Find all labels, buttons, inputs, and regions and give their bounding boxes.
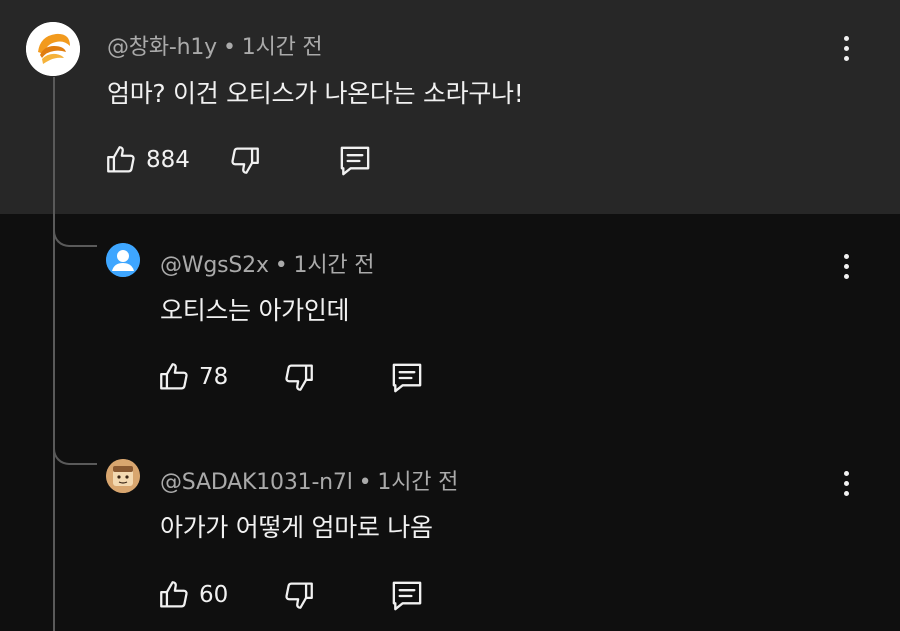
comment-text: 엄마? 이건 오티스가 나온다는 소라구나! [107, 79, 524, 108]
thumbs-down-icon [285, 364, 313, 391]
reply-comment-icon [340, 146, 370, 176]
thumbs-down-icon [231, 147, 259, 174]
like-button[interactable]: 78 [157, 360, 228, 394]
comment-item: @창화-h1y • 1시간 전 엄마? 이건 오티스가 나온다는 소라구나! 884 [0, 0, 900, 214]
thumbs-up-icon [160, 581, 188, 608]
comment-meta: @SADAK1031-n7l • 1시간 전 [160, 464, 458, 496]
dislike-button[interactable] [228, 143, 262, 177]
thumbs-up-icon [160, 363, 188, 390]
author-name[interactable]: @SADAK1031-n7l [160, 470, 353, 495]
more-options-icon[interactable] [837, 252, 857, 284]
meta-separator: • [274, 253, 288, 278]
reply-comment-icon [392, 363, 422, 393]
reply-comment-icon [392, 581, 422, 611]
like-button[interactable]: 60 [157, 578, 228, 612]
avatar[interactable] [26, 22, 80, 76]
comment-text: 아가가 어떻게 엄마로 나옴 [160, 513, 433, 542]
author-name[interactable]: @창화-h1y [107, 35, 217, 60]
character-avatar-icon [106, 459, 140, 493]
dislike-button[interactable] [282, 578, 316, 612]
like-count: 884 [146, 147, 190, 173]
default-user-icon [106, 243, 140, 277]
comment-meta: @WgsS2x • 1시간 전 [160, 247, 374, 279]
comment-actions: 60 [157, 578, 437, 618]
sun-orange-icon [26, 22, 80, 76]
timestamp[interactable]: 1시간 전 [294, 253, 375, 278]
reply-button[interactable] [388, 360, 426, 396]
like-count: 78 [199, 364, 229, 390]
reply-button[interactable] [336, 143, 374, 179]
like-count: 60 [199, 582, 229, 608]
comment-text: 오티스는 아가인데 [160, 296, 350, 325]
comment-meta: @창화-h1y • 1시간 전 [107, 29, 323, 61]
like-button[interactable]: 884 [104, 143, 190, 177]
timestamp[interactable]: 1시간 전 [242, 35, 323, 60]
more-options-icon[interactable] [837, 34, 857, 66]
reply-item: @SADAK1031-n7l • 1시간 전 아가가 어떻게 엄마로 나옴 60 [0, 431, 900, 631]
reply-button[interactable] [388, 578, 426, 614]
author-name[interactable]: @WgsS2x [160, 253, 269, 278]
avatar[interactable] [106, 459, 140, 493]
more-options-icon[interactable] [837, 469, 857, 501]
dislike-button[interactable] [282, 360, 316, 394]
meta-separator: • [222, 35, 236, 60]
thumbs-down-icon [285, 582, 313, 609]
reply-item: @WgsS2x • 1시간 전 오티스는 아가인데 78 [0, 214, 900, 431]
comment-actions: 78 [157, 360, 437, 400]
meta-separator: • [358, 470, 372, 495]
comment-actions: 884 [104, 143, 384, 183]
thumbs-up-icon [107, 146, 135, 173]
timestamp[interactable]: 1시간 전 [377, 470, 458, 495]
avatar[interactable] [106, 243, 140, 277]
